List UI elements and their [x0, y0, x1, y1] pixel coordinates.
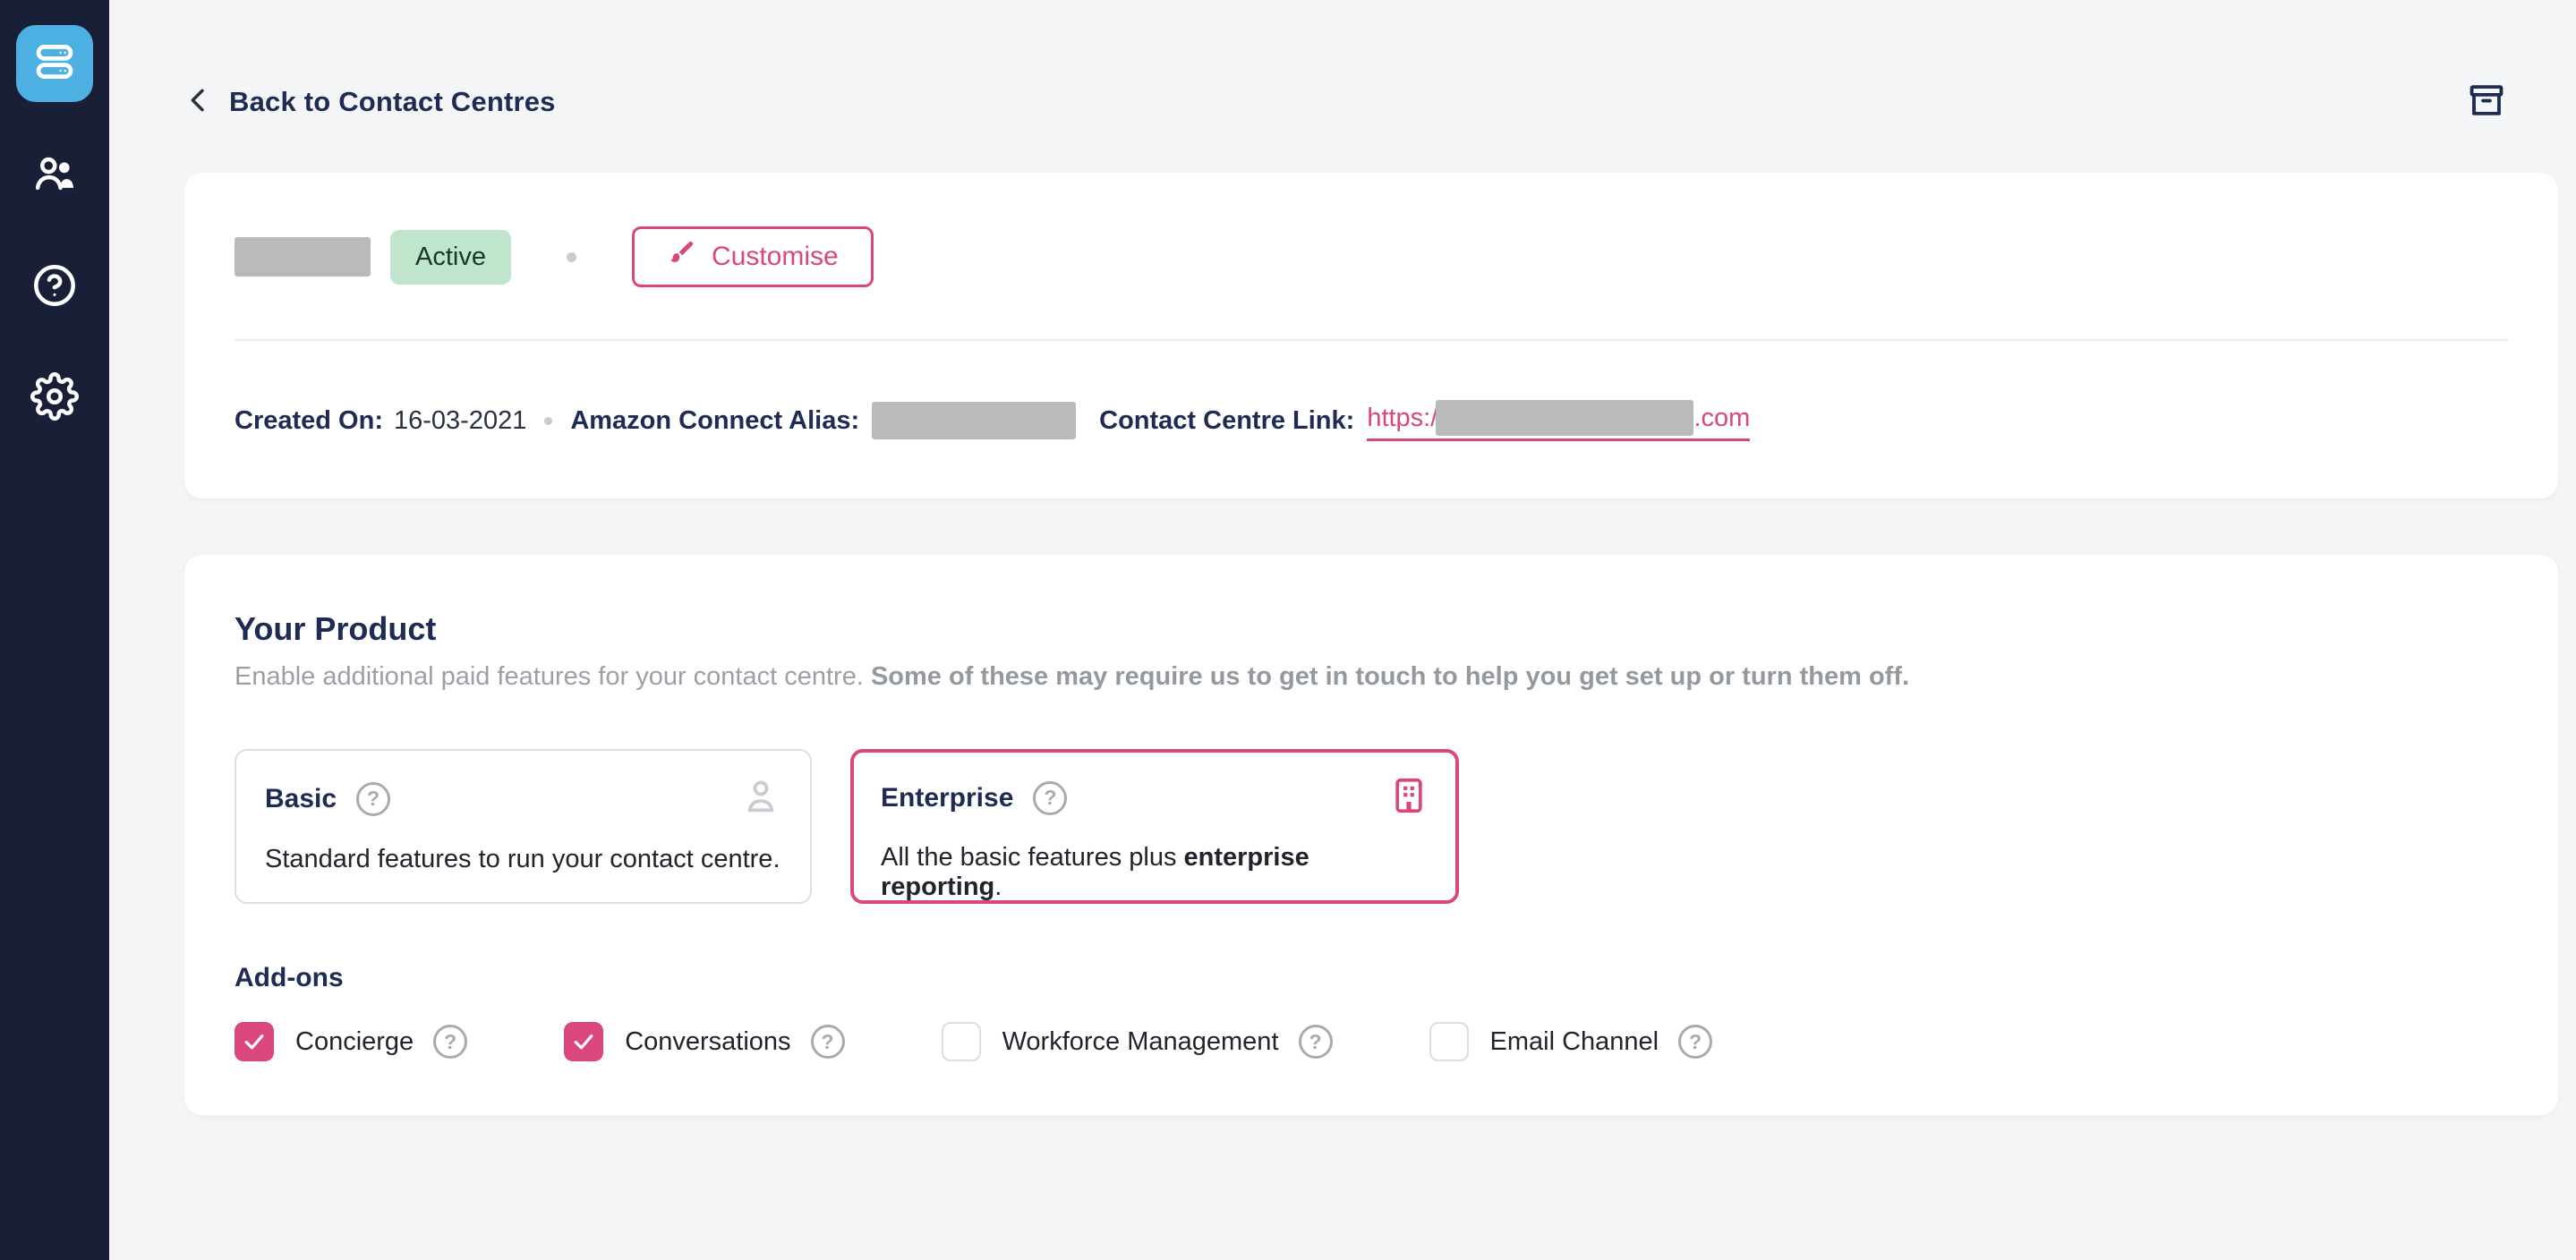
product-option-basic[interactable]: Basic Standard features to run your cont…: [235, 749, 812, 904]
product-options: Basic Standard features to run your cont…: [235, 749, 2508, 904]
back-label: Back to Contact Centres: [229, 86, 556, 118]
basic-title: Basic: [265, 784, 337, 814]
page-header: Back to Contact Centres: [184, 82, 2558, 122]
sidebar: [0, 0, 109, 1260]
status-badge: Active: [390, 230, 511, 285]
addon-email-channel: Email Channel: [1429, 1022, 1713, 1061]
link-redacted: [1436, 400, 1693, 436]
enterprise-title: Enterprise: [881, 783, 1013, 813]
status-row: Active Customise: [235, 226, 2508, 287]
customise-label: Customise: [712, 242, 839, 272]
concierge-checkbox[interactable]: [235, 1022, 274, 1061]
addon-conversations: Conversations: [564, 1022, 844, 1061]
customise-button[interactable]: Customise: [632, 226, 874, 287]
option-head: Enterprise: [881, 776, 1429, 820]
product-subtitle-bold: Some of these may require us to get in t…: [871, 662, 1909, 691]
connect-alias-label: Amazon Connect Alias:: [570, 406, 859, 436]
enterprise-desc-end: .: [994, 873, 1002, 901]
divider: [235, 339, 2508, 341]
sidebar-item-settings[interactable]: [29, 372, 81, 424]
contact-centre-link[interactable]: https:// n.com: [1367, 400, 1750, 441]
addons-title: Add-ons: [235, 963, 2508, 993]
question-circle-icon[interactable]: [1678, 1025, 1712, 1059]
building-icon: [1389, 776, 1429, 820]
gear-icon: [30, 372, 79, 425]
workforce-management-checkbox[interactable]: [942, 1022, 981, 1061]
centre-name-redacted: [235, 237, 371, 277]
option-head: Basic: [265, 776, 781, 822]
product-title: Your Product: [235, 610, 2508, 648]
product-subtitle-regular: Enable additional paid features for your…: [235, 662, 871, 691]
email-channel-checkbox[interactable]: [1429, 1022, 1469, 1061]
basic-description: Standard features to run your contact ce…: [265, 845, 781, 874]
addon-label: Workforce Management: [1002, 1027, 1279, 1057]
addon-concierge: Concierge: [235, 1022, 467, 1061]
archive-button[interactable]: [2467, 82, 2506, 122]
question-circle-icon[interactable]: [1033, 781, 1067, 815]
sidebar-item-help[interactable]: [29, 261, 81, 313]
product-subtitle: Enable additional paid features for your…: [235, 662, 2508, 692]
separator-dot: [544, 417, 552, 425]
chevron-left-icon: [184, 86, 213, 119]
addon-workforce-management: Workforce Management: [942, 1022, 1333, 1061]
link-prefix: https://: [1367, 404, 1445, 433]
centre-meta-row: Created On: 16-03-2021 Amazon Connect Al…: [235, 400, 2508, 441]
sidebar-item-users[interactable]: [29, 150, 81, 202]
users-icon: [30, 150, 79, 203]
back-link[interactable]: Back to Contact Centres: [184, 86, 556, 119]
conversations-checkbox[interactable]: [564, 1022, 603, 1061]
enterprise-description: All the basic features plus enterprise r…: [881, 843, 1429, 902]
main-content: Back to Contact Centres Active: [109, 0, 2576, 1115]
addons-row: Concierge Conversations Workforce Manage…: [235, 1022, 2508, 1061]
contact-centre-card: Active Customise Created On: 16-03-2021 …: [184, 173, 2558, 498]
your-product-card: Your Product Enable additional paid feat…: [184, 555, 2558, 1115]
connect-alias-redacted: [872, 402, 1076, 439]
help-circle-icon: [30, 261, 79, 314]
created-on-value: 16-03-2021: [394, 406, 526, 436]
sidebar-item-contact-centres[interactable]: [16, 25, 93, 102]
enterprise-desc-regular: All the basic features plus: [881, 843, 1184, 872]
addon-label: Conversations: [625, 1027, 790, 1057]
servers-icon: [30, 38, 79, 90]
addon-label: Email Channel: [1490, 1027, 1659, 1057]
created-on-label: Created On:: [235, 406, 383, 436]
question-circle-icon[interactable]: [1299, 1025, 1333, 1059]
user-icon: [740, 776, 781, 822]
centre-link-label: Contact Centre Link:: [1099, 406, 1354, 436]
question-circle-icon[interactable]: [811, 1025, 845, 1059]
addon-label: Concierge: [295, 1027, 414, 1057]
product-option-enterprise[interactable]: Enterprise All the basic features: [850, 749, 1459, 904]
question-circle-icon[interactable]: [433, 1025, 467, 1059]
paintbrush-icon: [667, 239, 695, 275]
archive-icon: [2468, 81, 2505, 123]
separator-dot: [567, 252, 576, 262]
question-circle-icon[interactable]: [356, 782, 390, 816]
